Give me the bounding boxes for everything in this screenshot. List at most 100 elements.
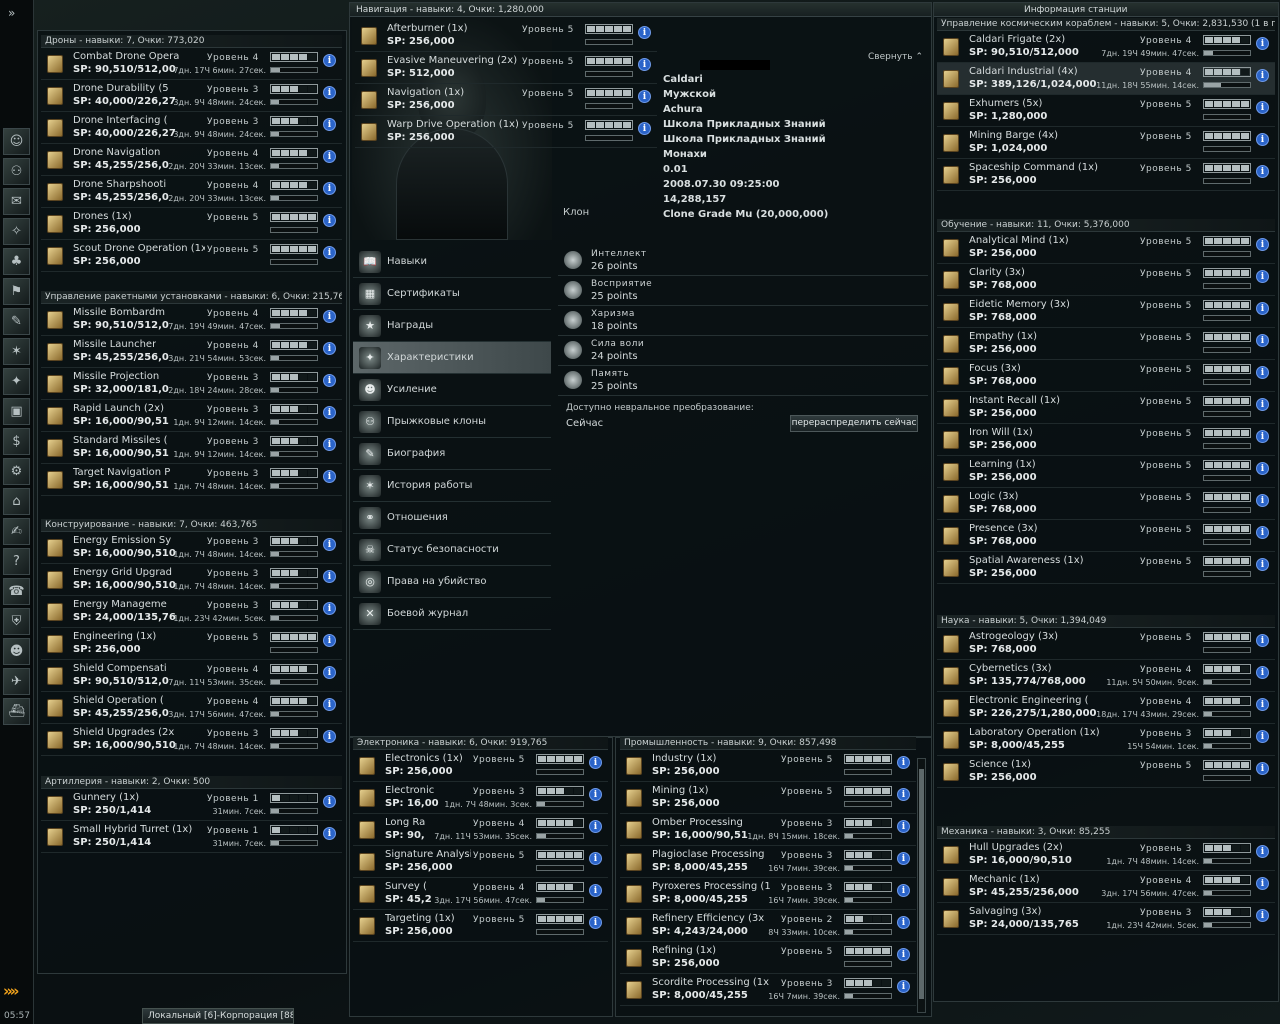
info-icon[interactable]: i: [323, 470, 336, 483]
skill-row[interactable]: Standard Missiles (SP: 16,000/90,51 Урове…: [41, 432, 342, 464]
skill-row[interactable]: Rapid Launch (2x) SP: 16,000/90,51 Уровень…: [41, 400, 342, 432]
skill-group-header[interactable]: Наука - навыки: 5, Очки: 1,394,049: [937, 615, 1275, 628]
info-icon[interactable]: i: [589, 820, 602, 833]
skill-row[interactable]: Afterburner (1x) SP: 256,000 Уровень 5 i: [355, 20, 657, 52]
info-icon[interactable]: i: [1256, 762, 1269, 775]
info-icon[interactable]: i: [1256, 666, 1269, 679]
skill-row[interactable]: Long Ra SP: 90, Уровень 4 i 7дн. 11Ч 53мин. …: [353, 814, 608, 846]
info-icon[interactable]: i: [323, 538, 336, 551]
info-icon[interactable]: i: [323, 182, 336, 195]
info-icon[interactable]: i: [323, 570, 336, 583]
skill-row[interactable]: Engineering (1x) SP: 256,000 Уровень 5 i: [41, 628, 342, 660]
assets-icon[interactable]: ▣: [3, 398, 30, 425]
skill-row[interactable]: Missile Projection SP: 32,000/181,0 Уровен…: [41, 368, 342, 400]
skill-row[interactable]: Evasive Maneuvering (2x) SP: 512,000 Урове…: [355, 52, 657, 84]
info-icon[interactable]: i: [1256, 133, 1269, 146]
skill-row[interactable]: Analytical Mind (1x) SP: 256,000 Уровень 5…: [937, 232, 1275, 264]
skill-row[interactable]: Small Hybrid Turret (1x) SP: 250/1,414 Уро…: [41, 821, 342, 853]
nav-item-7[interactable]: ✶ История работы: [353, 470, 551, 502]
journal-icon[interactable]: ✎: [3, 308, 30, 335]
skill-row[interactable]: Mechanic (1x) SP: 45,255/256,000 Уровень 4…: [937, 871, 1275, 903]
skill-row[interactable]: Spaceship Command (1x) SP: 256,000 Уровень…: [937, 159, 1275, 191]
nav-item-11[interactable]: ✕ Боевой журнал: [353, 598, 551, 630]
skill-row[interactable]: Logic (3x) SP: 768,000 Уровень 5 i: [937, 488, 1275, 520]
nav-item-5[interactable]: ⚇ Прыжковые клоны: [353, 406, 551, 438]
skill-row[interactable]: Electronic SP: 16,00 Уровень 3 i 1дн. 7Ч 48м…: [353, 782, 608, 814]
chat-channel-tab[interactable]: Локальный [6]-Корпорация [882]: [142, 1008, 294, 1024]
skill-group-header[interactable]: Дроны - навыки: 7, Очки: 773,020: [41, 35, 342, 48]
info-icon[interactable]: i: [323, 246, 336, 259]
skill-row[interactable]: Energy Manageme SP: 24,000/135,76 Уровень …: [41, 596, 342, 628]
skill-row[interactable]: Electronic Engineering (SP: 226,275/1,28…: [937, 692, 1275, 724]
skill-row[interactable]: Energy Grid Upgrad SP: 16,000/90,510 Урове…: [41, 564, 342, 596]
skill-row[interactable]: Drone Navigation SP: 45,255/256,0 Уровень …: [41, 144, 342, 176]
skill-row[interactable]: Spatial Awareness (1x) SP: 256,000 Уровень…: [937, 552, 1275, 584]
info-icon[interactable]: i: [897, 948, 910, 961]
skill-row[interactable]: Missile Launcher SP: 45,255/256,0 Уровень …: [41, 336, 342, 368]
skill-row[interactable]: Plagioclase Processing SP: 8,000/45,255 Ур…: [620, 846, 916, 878]
skill-row[interactable]: Exhumers (5x) SP: 1,280,000 Уровень 5 i: [937, 95, 1275, 127]
skill-row[interactable]: Eidetic Memory (3x) SP: 768,000 Уровень 5 i: [937, 296, 1275, 328]
info-icon[interactable]: i: [1256, 909, 1269, 922]
mail-icon[interactable]: ✉: [3, 188, 30, 215]
notepad-icon[interactable]: ✍: [3, 518, 30, 545]
info-icon[interactable]: i: [323, 602, 336, 615]
skill-group-header[interactable]: Обучение - навыки: 11, Очки: 5,376,000: [937, 219, 1275, 232]
info-icon[interactable]: i: [1256, 334, 1269, 347]
info-icon[interactable]: i: [323, 214, 336, 227]
skill-row[interactable]: Missile Bombardm SP: 90,510/512,0 Уровень …: [41, 304, 342, 336]
info-icon[interactable]: i: [1256, 302, 1269, 315]
drone-icon[interactable]: ✈: [3, 668, 30, 695]
skill-row[interactable]: Astrogeology (3x) SP: 768,000 Уровень 5 i: [937, 628, 1275, 660]
people-icon[interactable]: ♣: [3, 248, 30, 275]
info-icon[interactable]: i: [589, 756, 602, 769]
skill-row[interactable]: Scout Drone Operation (1x) SP: 256,000 Уро…: [41, 240, 342, 272]
skill-row[interactable]: Salvaging (3x) SP: 24,000/135,765 Уровень …: [937, 903, 1275, 935]
info-icon[interactable]: i: [323, 827, 336, 840]
info-icon[interactable]: i: [897, 820, 910, 833]
nav-item-6[interactable]: ✎ Биография: [353, 438, 551, 470]
skill-row[interactable]: Caldari Industrial (4x) SP: 389,126/1,024…: [937, 63, 1275, 95]
skill-group-header[interactable]: Механика - навыки: 3, Очки: 85,255: [937, 826, 1275, 839]
redistribute-button[interactable]: перераспределить сейчас: [790, 415, 918, 432]
info-icon[interactable]: i: [897, 916, 910, 929]
info-icon[interactable]: i: [1256, 698, 1269, 711]
face-icon[interactable]: ☻: [3, 638, 30, 665]
skill-row[interactable]: Industry (1x) SP: 256,000 Уровень 5 i: [620, 750, 916, 782]
nav-item-9[interactable]: ☠ Статус безопасности: [353, 534, 551, 566]
info-icon[interactable]: i: [589, 916, 602, 929]
skill-row[interactable]: Drone Durability (5 SP: 40,000/226,27 Уров…: [41, 80, 342, 112]
info-icon[interactable]: i: [323, 86, 336, 99]
skill-row[interactable]: Electronics (1x) SP: 256,000 Уровень 5 i: [353, 750, 608, 782]
info-icon[interactable]: i: [1256, 877, 1269, 890]
info-icon[interactable]: i: [1256, 366, 1269, 379]
skill-group-header[interactable]: Артиллерия - навыки: 2, Очки: 500: [41, 776, 342, 789]
info-icon[interactable]: i: [897, 788, 910, 801]
info-icon[interactable]: i: [323, 150, 336, 163]
agent-icon[interactable]: ⚇: [3, 158, 30, 185]
info-icon[interactable]: i: [1256, 37, 1269, 50]
fleet-icon[interactable]: ✦: [3, 368, 30, 395]
skill-row[interactable]: Drones (1x) SP: 256,000 Уровень 5 i: [41, 208, 342, 240]
info-icon[interactable]: i: [323, 406, 336, 419]
skill-row[interactable]: Drone Sharpshooti SP: 45,255/256,0 Уровень…: [41, 176, 342, 208]
info-icon[interactable]: i: [589, 788, 602, 801]
info-icon[interactable]: i: [1256, 398, 1269, 411]
info-icon[interactable]: i: [323, 310, 336, 323]
skill-row[interactable]: Omber Processing SP: 16,000/90,51 Уровень …: [620, 814, 916, 846]
skill-row[interactable]: Learning (1x) SP: 256,000 Уровень 5 i: [937, 456, 1275, 488]
info-icon[interactable]: i: [1256, 526, 1269, 539]
skill-row[interactable]: Drone Interfacing (SP: 40,000/226,27 Уров…: [41, 112, 342, 144]
skill-row[interactable]: Empathy (1x) SP: 256,000 Уровень 5 i: [937, 328, 1275, 360]
nav-item-1[interactable]: ▦ Сертификаты: [353, 278, 551, 310]
collapse-button[interactable]: Свернуть ⌃: [868, 52, 923, 62]
info-icon[interactable]: i: [1256, 430, 1269, 443]
skill-row[interactable]: Iron Will (1x) SP: 256,000 Уровень 5 i: [937, 424, 1275, 456]
skill-row[interactable]: Science (1x) SP: 256,000 Уровень 5 i: [937, 756, 1275, 788]
info-icon[interactable]: i: [897, 884, 910, 897]
security-icon[interactable]: ⛨: [3, 608, 30, 635]
info-icon[interactable]: i: [589, 852, 602, 865]
character-icon[interactable]: ☺: [3, 128, 30, 155]
skill-row[interactable]: Shield Compensati SP: 90,510/512,0 Уровень…: [41, 660, 342, 692]
channel-icon[interactable]: ☎: [3, 578, 30, 605]
